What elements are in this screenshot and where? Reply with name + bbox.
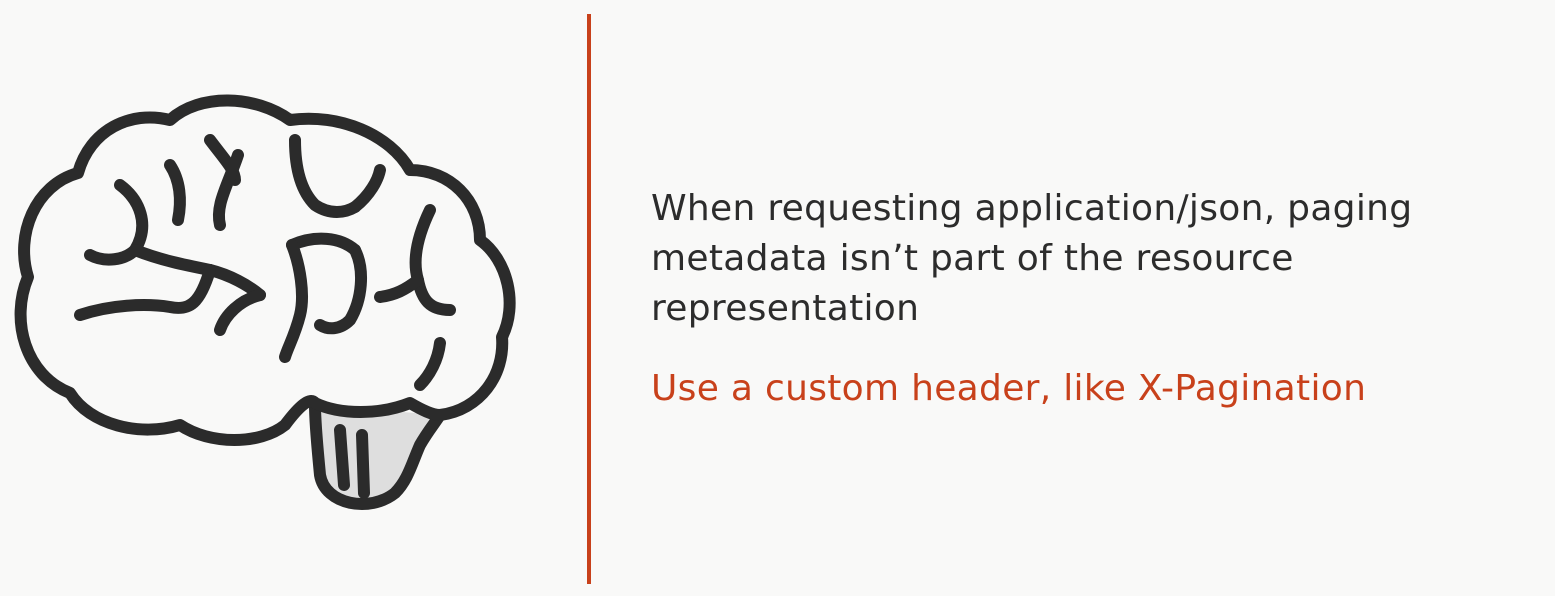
vertical-divider <box>587 14 591 584</box>
statement-line: representation <box>651 288 920 329</box>
slide-statement: When requesting application/json, paging… <box>651 184 1551 334</box>
slide-text: When requesting application/json, paging… <box>651 184 1551 414</box>
statement-line: When requesting application/json, paging <box>651 188 1413 229</box>
slide-highlight: Use a custom header, like X-Pagination <box>651 368 1367 409</box>
brain-icon <box>10 85 530 515</box>
statement-line: metadata isn’t part of the resource <box>651 238 1294 279</box>
